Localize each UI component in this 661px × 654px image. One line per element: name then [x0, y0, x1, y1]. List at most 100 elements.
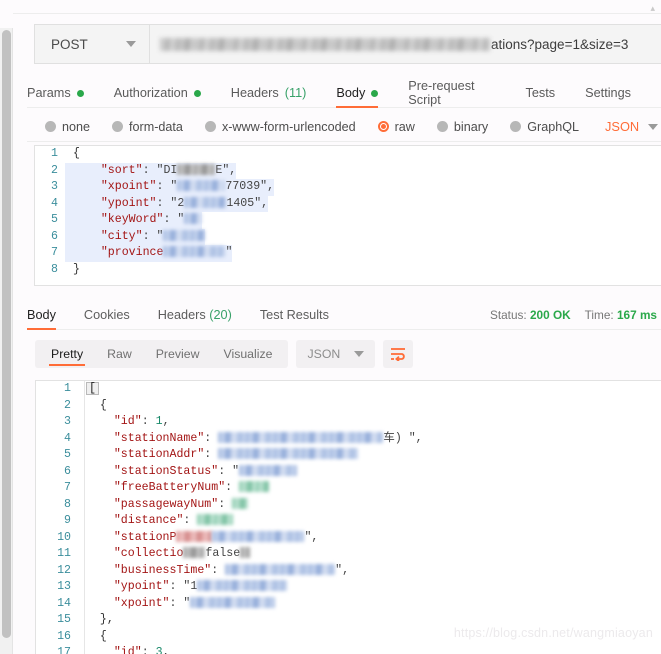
response-tab-headers[interactable]: Headers (20): [158, 300, 232, 329]
raw-format-select[interactable]: JSON: [605, 119, 659, 134]
window-vertical-scrollbar[interactable]: [0, 28, 13, 654]
body-type-binary-label: binary: [453, 119, 489, 134]
table-row: 4 "stationName": 车) ",: [36, 431, 661, 448]
json-key: "province: [100, 246, 164, 259]
body-type-graphql-label: GraphQL: [527, 119, 580, 134]
tab-tests-label: Tests: [525, 86, 556, 100]
tab-settings-label: Settings: [585, 86, 631, 100]
json-key: "city": [100, 229, 143, 243]
code-text: {: [73, 147, 80, 160]
response-meta: Status: 200 OK Time: 167 ms: [490, 308, 661, 322]
tab-headers-label: Headers: [230, 86, 279, 100]
body-type-binary[interactable]: binary: [436, 119, 489, 134]
line-number: 14: [57, 596, 71, 610]
tab-headers[interactable]: Headers (11): [231, 76, 307, 107]
tab-params[interactable]: Params: [27, 76, 84, 107]
tab-body[interactable]: Body: [336, 76, 379, 108]
json-value: 3: [155, 646, 163, 654]
response-tab-test-results[interactable]: Test Results: [260, 300, 329, 329]
body-type-urlencoded[interactable]: x-www-form-urlencoded: [204, 120, 356, 134]
json-key: "businessTime": [113, 563, 212, 577]
json-key: "id": [113, 646, 142, 654]
body-type-graphql[interactable]: GraphQL: [510, 120, 579, 134]
chevron-down-icon: [126, 41, 136, 47]
table-row: 13 "ypoint": "1: [36, 579, 661, 596]
line-number: 6: [64, 464, 71, 478]
json-value-tail: ",: [304, 530, 319, 544]
json-key: "passagewayNum": [113, 497, 219, 511]
tab-params-label: Params: [27, 86, 71, 100]
redacted-blur: [197, 514, 234, 526]
line-number: 5: [64, 448, 71, 461]
table-row: 3 "id": 1,: [36, 414, 661, 431]
response-body-viewer[interactable]: 1 [ 2 { 3 "id": 1, 4 "stationName": 车) "…: [35, 380, 661, 654]
table-row: 1 [: [36, 381, 661, 398]
json-punct: : ": [142, 229, 164, 243]
table-row: 9 "distance":: [36, 513, 661, 530]
table-row: 5 "stationAddr":: [36, 447, 661, 464]
view-mode-pretty[interactable]: Pretty: [39, 340, 95, 368]
url-input[interactable]: ations?page=1&size=3: [150, 25, 661, 63]
json-value-tail: 1405",: [226, 196, 269, 210]
json-key: "stationAddr": [113, 448, 205, 461]
code-line: 5 "keyWord": ": [35, 212, 661, 229]
radio-icon: [112, 121, 124, 132]
line-number: 6: [51, 229, 58, 243]
time-group: Time: 167 ms: [585, 308, 657, 322]
time-label: Time:: [584, 307, 614, 322]
code-line: 8 }: [35, 262, 661, 279]
json-value: 1: [155, 415, 163, 428]
request-body-editor[interactable]: 1 { 2 "sort": "DI E", 3 "xpoint": " 77039"…: [34, 145, 661, 286]
radio-icon: [510, 121, 522, 132]
status-badge: 200 OK: [529, 307, 571, 322]
body-type-form-data[interactable]: form-data: [112, 120, 183, 134]
response-format-select[interactable]: JSON: [296, 340, 376, 368]
radio-icon: [436, 121, 448, 132]
view-mode-preview[interactable]: Preview: [144, 340, 212, 368]
window-scrollbar-thumb[interactable]: [2, 30, 11, 638]
tab-settings[interactable]: Settings: [585, 76, 631, 107]
json-key: "stationP: [113, 530, 177, 544]
tab-headers-count: (11): [284, 86, 307, 100]
body-type-none-label: none: [62, 119, 91, 134]
chevron-up-icon: ▴: [650, 3, 655, 13]
postman-request-pane: ▴ POST ations?page=1&size=3 Params Autho…: [13, 0, 661, 654]
json-brace: {: [99, 629, 107, 643]
body-type-raw[interactable]: raw: [377, 120, 415, 134]
line-number: 10: [57, 530, 71, 544]
view-mode-raw[interactable]: Raw: [95, 340, 144, 368]
json-value-tail: 77039",: [225, 180, 275, 193]
redacted-blur: [190, 596, 276, 608]
redacted-blur: [232, 497, 249, 509]
table-row: 12 "businessTime": ",: [36, 563, 661, 580]
redacted-blur: [177, 163, 216, 175]
response-tab-test-results-label: Test Results: [259, 307, 329, 322]
redacted-blur: [239, 481, 270, 493]
wrap-lines-button[interactable]: [383, 340, 414, 368]
table-row: 17 "id": 3,: [36, 645, 661, 654]
tab-authorization[interactable]: Authorization: [114, 76, 201, 107]
view-mode-visualize[interactable]: Visualize: [211, 340, 284, 368]
table-row: 10 "stationP ",: [36, 530, 661, 547]
response-tab-body[interactable]: Body: [27, 300, 56, 330]
http-method-select[interactable]: POST: [35, 25, 150, 63]
body-type-none[interactable]: none: [45, 120, 90, 134]
response-tab-cookies[interactable]: Cookies: [84, 300, 130, 329]
table-row: 15 },: [36, 612, 661, 629]
line-number: 8: [51, 262, 58, 276]
modified-dot-icon: [76, 89, 84, 97]
line-number: 13: [57, 580, 71, 593]
tab-pre-request-script[interactable]: Pre-request Script: [408, 76, 495, 107]
response-view-modes: Pretty Raw Preview Visualize: [35, 340, 289, 368]
redacted-blur: [183, 547, 206, 559]
redacted-blur: [197, 580, 288, 592]
raw-format-label: JSON: [605, 119, 640, 134]
table-row: 7 "freeBatteryNum":: [36, 480, 661, 497]
tab-tests[interactable]: Tests: [526, 76, 556, 107]
redacted-blur: [239, 464, 298, 476]
json-key: "sort": [100, 163, 143, 177]
json-key: "xpoint": [100, 180, 157, 193]
json-bracket: [: [86, 382, 99, 395]
redacted-blur: [225, 563, 336, 575]
json-punct: : "2: [156, 196, 185, 210]
